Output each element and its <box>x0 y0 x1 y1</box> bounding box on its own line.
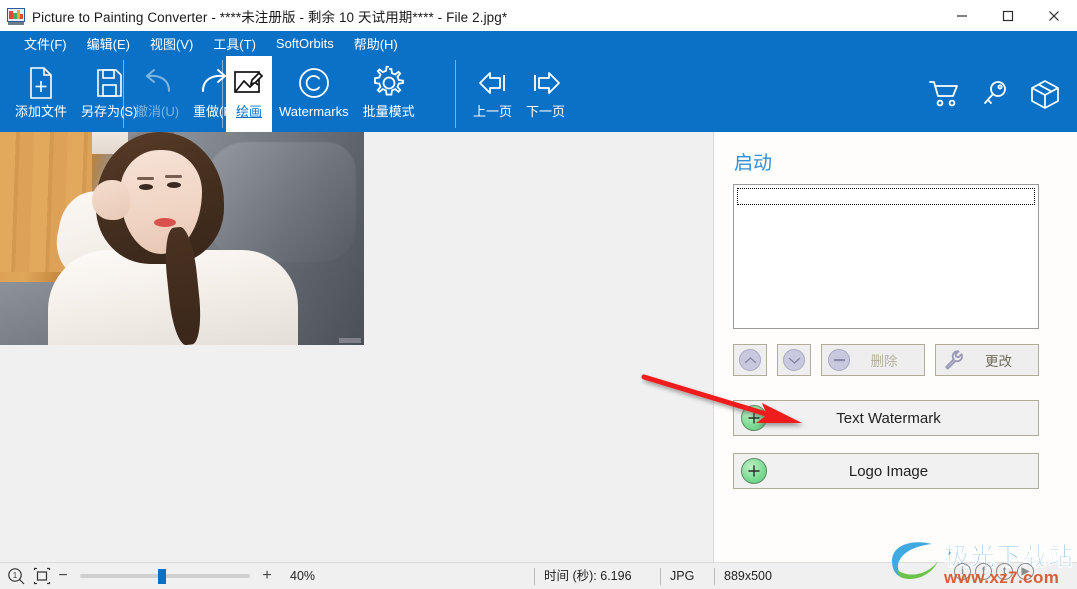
wrench-icon <box>943 349 965 371</box>
draw-label: 绘画 <box>235 104 262 119</box>
logo-image-button[interactable]: Logo Image <box>733 453 1039 489</box>
delete-label: 删除 <box>870 354 898 369</box>
window-title: Picture to Painting Converter - ****未注册版… <box>32 9 508 25</box>
window-controls <box>939 0 1077 31</box>
status-dimensions: 889x500 <box>714 567 804 585</box>
minus-circle-icon <box>828 349 850 371</box>
add-file-icon <box>26 62 56 104</box>
move-up-button[interactable] <box>733 344 767 376</box>
change-label: 更改 <box>985 354 1012 369</box>
watermarks-side-panel: 启动 删除 更改 Text Watermark Logo Image <box>713 132 1077 562</box>
chevron-down-icon <box>783 349 805 371</box>
menu-edit[interactable]: 编辑(E) <box>77 32 140 55</box>
next-page-button[interactable]: 下一页 <box>519 56 572 132</box>
watermark-list-focus-row[interactable] <box>737 188 1035 205</box>
toolbar-right-icons <box>927 56 1063 132</box>
delete-button[interactable]: 删除 <box>821 344 925 376</box>
text-watermark-label: Text Watermark <box>836 409 941 427</box>
copyright-icon <box>297 62 331 104</box>
status-time: 时间 (秒): 6.196 <box>534 567 660 585</box>
arrow-left-icon <box>476 62 510 104</box>
text-watermark-button[interactable]: Text Watermark <box>733 400 1039 436</box>
undo-icon <box>140 62 174 104</box>
canvas-work-area[interactable] <box>0 132 713 562</box>
menu-bar: 文件(F) 编辑(E) 视图(V) 工具(T) SoftOrbits 帮助(H) <box>0 31 1077 56</box>
main-toolbar: 添加文件 另存为(S) 撤消(U) 重做(R) 绘画 Watermarks 批量… <box>0 56 1077 132</box>
app-icon <box>7 7 25 25</box>
close-button[interactable] <box>1031 0 1077 31</box>
zoom-value: 40% <box>290 569 316 583</box>
zoom-out-button[interactable]: − <box>52 567 74 585</box>
watermarks-label: Watermarks <box>279 104 349 119</box>
svg-text:1: 1 <box>13 571 18 580</box>
prev-page-button[interactable]: 上一页 <box>466 56 519 132</box>
cart-icon[interactable] <box>927 76 963 112</box>
prev-page-label: 上一页 <box>473 104 513 119</box>
menu-file[interactable]: 文件(F) <box>14 32 77 55</box>
panel-title: 启动 <box>734 153 773 174</box>
fit-to-window-icon[interactable] <box>32 566 52 586</box>
move-down-button[interactable] <box>777 344 811 376</box>
draw-button[interactable]: 绘画 <box>226 56 272 132</box>
zoom-slider[interactable] <box>80 566 250 586</box>
logo-image-label: Logo Image <box>848 462 929 480</box>
draw-picture-icon <box>233 62 265 104</box>
watermarks-button[interactable]: Watermarks <box>272 56 356 132</box>
change-button[interactable]: 更改 <box>935 344 1039 376</box>
application-window: Picture to Painting Converter - ****未注册版… <box>0 0 1077 589</box>
box-icon[interactable] <box>1027 76 1063 112</box>
batch-mode-button[interactable]: 批量模式 <box>356 56 422 132</box>
menu-softorbits[interactable]: SoftOrbits <box>266 34 344 53</box>
menu-tools[interactable]: 工具(T) <box>203 32 266 55</box>
maximize-button[interactable] <box>985 0 1031 31</box>
minimize-button[interactable] <box>939 0 985 31</box>
watermark-list[interactable] <box>733 184 1039 329</box>
zoom-slider-thumb[interactable] <box>158 569 166 584</box>
save-icon <box>94 62 124 104</box>
arrow-right-icon <box>529 62 563 104</box>
plus-circle-icon <box>741 405 767 431</box>
list-action-buttons: 删除 更改 <box>733 344 1039 376</box>
batch-mode-label: 批量模式 <box>362 104 415 119</box>
zoom-in-button[interactable]: + <box>256 567 278 585</box>
undo-button[interactable]: 撤消(U) <box>128 56 186 132</box>
title-bar: Picture to Painting Converter - ****未注册版… <box>0 0 1077 31</box>
undo-label: 撤消(U) <box>135 104 180 119</box>
key-icon[interactable] <box>977 76 1013 112</box>
status-format: JPG <box>660 567 714 585</box>
menu-help[interactable]: 帮助(H) <box>344 32 408 55</box>
status-bar: 1 − + 40% 时间 (秒): 6.196 JPG 889x500 <box>0 562 1077 589</box>
zoom-1-to-1-icon[interactable]: 1 <box>6 566 26 586</box>
plus-circle-icon <box>741 458 767 484</box>
gear-icon <box>372 62 406 104</box>
next-page-label: 下一页 <box>526 104 566 119</box>
image-preview[interactable] <box>0 132 364 347</box>
menu-view[interactable]: 视图(V) <box>140 32 203 55</box>
add-file-label: 添加文件 <box>15 104 68 119</box>
chevron-up-icon <box>739 349 761 371</box>
add-file-button[interactable]: 添加文件 <box>8 56 74 132</box>
